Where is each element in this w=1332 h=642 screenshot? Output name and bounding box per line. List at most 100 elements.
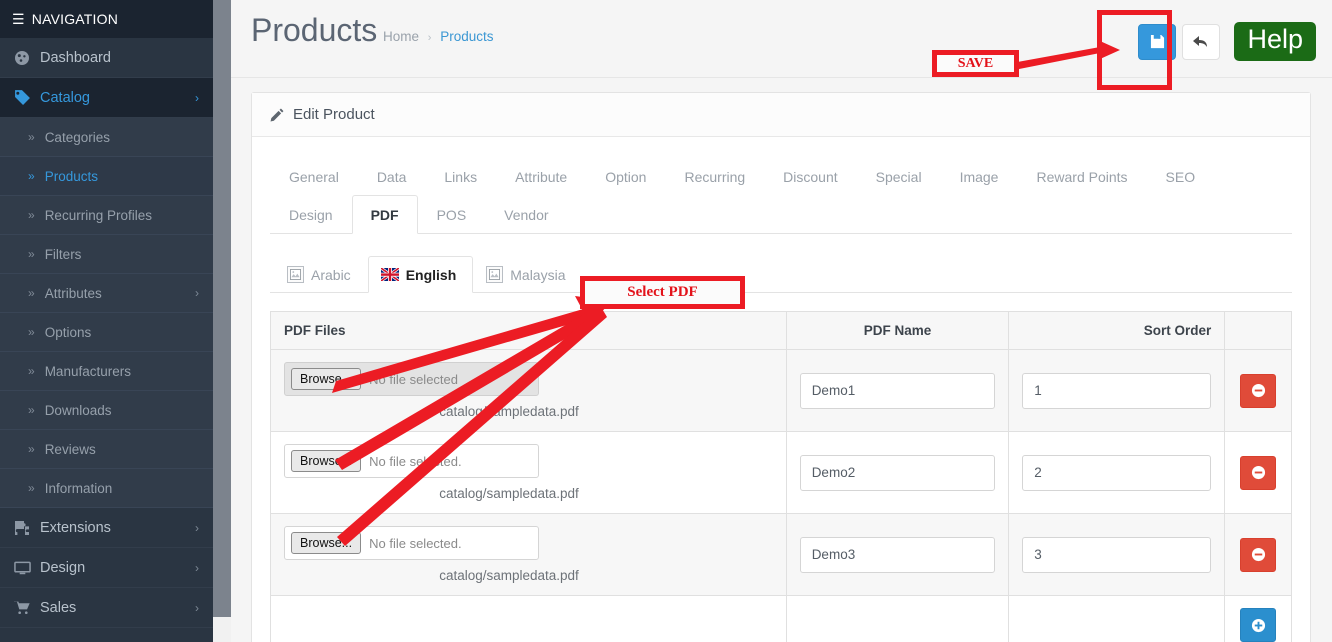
back-button[interactable] — [1182, 23, 1221, 60]
sort-order-input[interactable] — [1022, 372, 1212, 409]
sidebar-item-label: Categories — [44, 129, 110, 145]
remove-pdf-button[interactable] — [1240, 373, 1277, 408]
sidebar-item-design[interactable]: Design › — [0, 548, 213, 588]
pdf-file-input[interactable]: Browse... No file selected — [284, 362, 539, 396]
cart-icon — [14, 600, 40, 616]
sidebar-item-filters[interactable]: » Filters — [0, 235, 213, 274]
browse-button[interactable]: Browse... — [291, 450, 362, 472]
tab-discount[interactable]: Discount — [764, 157, 856, 196]
language-tab-english[interactable]: English — [367, 256, 474, 293]
sidebar-item-categories[interactable]: » Categories — [0, 118, 213, 157]
sort-order-input[interactable] — [1022, 454, 1212, 491]
panel-body: General Data Links Attribute Option Recurring… — [252, 137, 1310, 642]
table-row: Browse... No file selected catalog/sampled… — [270, 349, 1292, 432]
sidebar-item-recurring-profiles[interactable]: » Recurring Profiles — [0, 196, 213, 235]
header-actions: Help — [1138, 22, 1316, 61]
existing-pdf-path: catalog/sampledata.pdf — [439, 404, 579, 419]
remove-pdf-button[interactable] — [1240, 455, 1277, 490]
tab-pdf[interactable]: PDF — [351, 195, 418, 234]
tab-design[interactable]: Design — [270, 195, 352, 234]
column-header-sort-order: Sort Order — [1008, 311, 1226, 350]
tab-image[interactable]: Image — [941, 157, 1018, 196]
sidebar-nav: ☰ NAVIGATION Dashboard Catalog › » Categorie… — [0, 0, 213, 642]
minus-circle-icon — [1251, 465, 1265, 480]
navigation-header: ☰ NAVIGATION — [0, 0, 213, 38]
broken-image-icon — [486, 266, 504, 283]
chevron-right-icon: › — [195, 90, 199, 105]
existing-pdf-path: catalog/sampledata.pdf — [439, 486, 579, 501]
tab-data[interactable]: Data — [358, 157, 426, 196]
cell-actions — [1224, 349, 1292, 432]
sort-order-input[interactable] — [1022, 536, 1212, 573]
tab-recurring[interactable]: Recurring — [665, 157, 764, 196]
tab-attribute[interactable]: Attribute — [496, 157, 586, 196]
page-title: Products — [251, 12, 378, 48]
tab-special[interactable]: Special — [857, 157, 941, 196]
sidebar-scrollbar-thumb[interactable] — [213, 0, 231, 617]
add-row-spacer-files — [270, 595, 787, 642]
language-tab-arabic[interactable]: Arabic — [274, 256, 368, 293]
cell-sort-order — [1008, 513, 1226, 596]
tag-icon — [15, 90, 30, 105]
sidebar-item-extensions[interactable]: Extensions › — [0, 508, 213, 548]
help-button[interactable]: Help — [1234, 22, 1316, 61]
pdf-files-table: PDF Files PDF Name Sort Order Browse... N… — [270, 311, 1292, 642]
add-row-spacer-name — [785, 595, 1010, 642]
tab-general[interactable]: General — [270, 157, 358, 196]
cell-pdf-name — [785, 513, 1010, 596]
language-tabs: Arabic English Malaysia — [270, 256, 1292, 293]
pdf-file-input[interactable]: Browse... No file selected. — [284, 526, 539, 560]
tab-links[interactable]: Links — [425, 157, 496, 196]
tab-seo[interactable]: SEO — [1147, 157, 1215, 196]
breadcrumb-separator-icon: › — [427, 32, 432, 44]
pdf-file-input[interactable]: Browse... No file selected. — [284, 444, 539, 478]
cell-pdf-name — [785, 431, 1010, 514]
sidebar-item-label: Dashboard — [40, 49, 111, 66]
language-tab-label: Arabic — [311, 266, 351, 283]
save-button[interactable] — [1138, 23, 1177, 60]
chevron-right-icon: › — [195, 520, 199, 535]
chevron-right-icon: › — [195, 600, 199, 615]
remove-pdf-button[interactable] — [1240, 537, 1277, 572]
sidebar-item-dashboard[interactable]: Dashboard — [0, 38, 213, 78]
tab-option[interactable]: Option — [586, 157, 665, 196]
sidebar-item-products[interactable]: » Products — [0, 157, 213, 196]
pencil-icon — [270, 108, 284, 121]
browse-button[interactable]: Browse... — [291, 532, 362, 554]
chevron-right-icon: › — [195, 286, 199, 300]
pdf-name-input[interactable] — [799, 372, 996, 409]
sidebar-item-catalog[interactable]: Catalog › — [0, 78, 213, 118]
sidebar-item-options[interactable]: » Options — [0, 313, 213, 352]
column-header-pdf-name: PDF Name — [785, 311, 1010, 350]
sidebar-item-label: Design — [40, 559, 86, 576]
existing-pdf-path: catalog/sampledata.pdf — [439, 568, 579, 583]
dashboard-icon — [14, 50, 40, 66]
language-tab-label: Malaysia — [510, 266, 566, 283]
add-pdf-button[interactable] — [1240, 608, 1277, 642]
no-file-selected-text: No file selected. — [369, 453, 462, 469]
pdf-name-input[interactable] — [799, 536, 996, 573]
sidebar-item-manufacturers[interactable]: » Manufacturers — [0, 352, 213, 391]
tab-vendor[interactable]: Vendor — [485, 195, 567, 234]
main-content: Products Home › Products Help Edit Produ… — [231, 0, 1332, 642]
pdf-name-input[interactable] — [799, 454, 996, 491]
sidebar-item-attributes[interactable]: » Attributes › — [0, 274, 213, 313]
add-row-action-cell — [1224, 595, 1292, 642]
tab-reward-points[interactable]: Reward Points — [1017, 157, 1146, 196]
sidebar: ☰ NAVIGATION Dashboard Catalog › » Categorie… — [0, 0, 231, 642]
column-header-actions — [1224, 311, 1292, 350]
sidebar-item-sales[interactable]: Sales › — [0, 588, 213, 628]
sidebar-item-reviews[interactable]: » Reviews — [0, 430, 213, 469]
screen: ☰ NAVIGATION Dashboard Catalog › » Categorie… — [0, 0, 1332, 642]
sidebar-item-label: Filters — [44, 246, 82, 262]
sidebar-item-downloads[interactable]: » Downloads — [0, 391, 213, 430]
hamburger-icon[interactable]: ☰ — [12, 12, 25, 26]
tab-pos[interactable]: POS — [418, 195, 486, 234]
language-tab-malaysia[interactable]: Malaysia — [473, 256, 582, 293]
breadcrumb-products[interactable]: Products — [440, 29, 493, 44]
sidebar-item-information[interactable]: » Information — [0, 469, 213, 508]
browse-button[interactable]: Browse... — [291, 368, 362, 390]
chevron-double-icon: » — [28, 208, 35, 222]
breadcrumb-home[interactable]: Home — [383, 29, 419, 44]
edit-product-panel: Edit Product General Data Links Attribute Op… — [251, 92, 1311, 642]
